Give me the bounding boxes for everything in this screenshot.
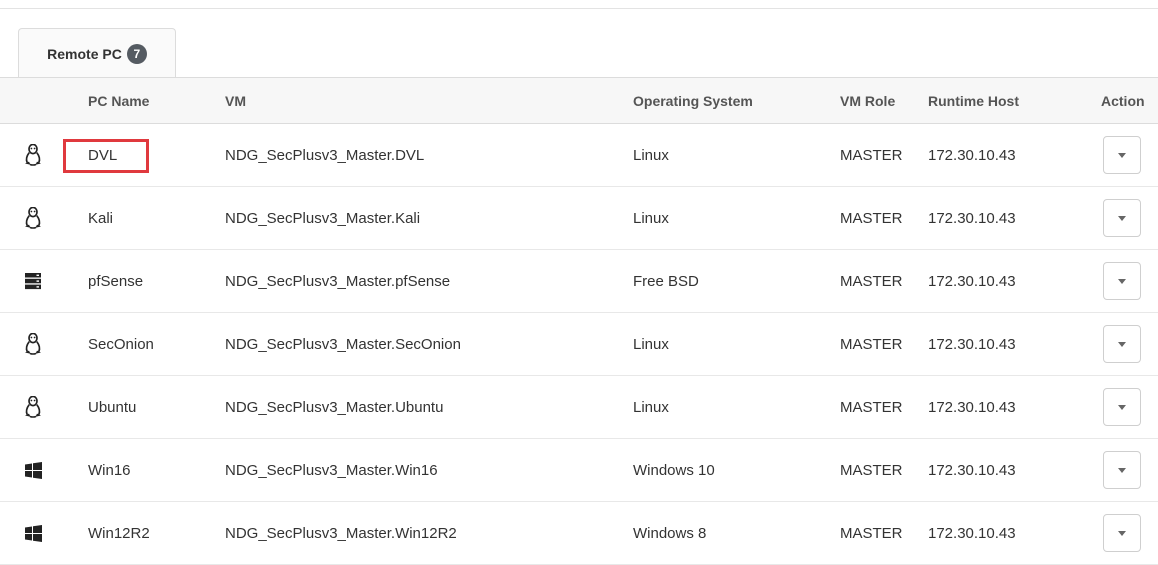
- pc-name[interactable]: Kali: [88, 187, 113, 249]
- table-row-win16: Win16 NDG_SecPlusv3_Master.Win16 Windows…: [0, 439, 1158, 502]
- highlight-box: [63, 139, 149, 173]
- count-badge: 7: [126, 43, 147, 64]
- operating-system: Windows 8: [633, 524, 707, 542]
- operating-system: Free BSD: [633, 272, 699, 290]
- vm-name: NDG_SecPlusv3_Master.pfSense: [225, 272, 451, 290]
- table-header: PC Name VM Operating System VM Role Runt…: [0, 78, 1158, 124]
- remote-pc-table: PC Name VM Operating System VM Role Runt…: [0, 78, 1158, 565]
- table-row-pfsense: pfSense NDG_SecPlusv3_Master.pfSense Fre…: [0, 250, 1158, 313]
- windows-icon: [20, 439, 46, 501]
- operating-system: Linux: [633, 146, 669, 164]
- action-dropdown-button[interactable]: [1103, 325, 1141, 363]
- linux-icon: [20, 124, 46, 186]
- pc-name[interactable]: Ubuntu: [88, 376, 136, 438]
- caret-down-icon: [1118, 341, 1126, 347]
- action-dropdown-button[interactable]: [1103, 388, 1141, 426]
- linux-icon: [20, 313, 46, 375]
- caret-down-icon: [1118, 467, 1126, 473]
- table-row-dvl: DVL NDG_SecPlusv3_Master.DVL Linux MASTE…: [0, 124, 1158, 187]
- operating-system: Linux: [633, 335, 669, 353]
- column-header-vm-role: VM Role: [840, 92, 896, 109]
- vm-name: NDG_SecPlusv3_Master.Ubuntu: [225, 398, 444, 416]
- pc-name[interactable]: pfSense: [88, 250, 143, 312]
- windows-icon: [20, 502, 46, 564]
- runtime-host: 172.30.10.43: [928, 335, 1016, 353]
- column-header-runtime-host: Runtime Host: [928, 92, 1019, 109]
- operating-system: Windows 10: [633, 461, 715, 479]
- vm-role: MASTER: [840, 146, 903, 164]
- caret-down-icon: [1118, 278, 1126, 284]
- action-cell: [1103, 250, 1141, 312]
- action-dropdown-button[interactable]: [1103, 262, 1141, 300]
- caret-down-icon: [1118, 215, 1126, 221]
- table-row-win12r2: Win12R2 NDG_SecPlusv3_Master.Win12R2 Win…: [0, 502, 1158, 565]
- vm-name: NDG_SecPlusv3_Master.Win16: [225, 461, 438, 479]
- vm-name: NDG_SecPlusv3_Master.Win12R2: [225, 524, 457, 542]
- caret-down-icon: [1118, 152, 1126, 158]
- vm-role: MASTER: [840, 461, 903, 479]
- vm-role: MASTER: [840, 209, 903, 227]
- vm-name: NDG_SecPlusv3_Master.DVL: [225, 146, 425, 164]
- action-dropdown-button[interactable]: [1103, 199, 1141, 237]
- tab-bar: Remote PC 7: [0, 28, 1158, 78]
- linux-icon: [20, 187, 46, 249]
- action-cell: [1103, 439, 1141, 501]
- vm-role: MASTER: [840, 524, 903, 542]
- table-row-seconion: SecOnion NDG_SecPlusv3_Master.SecOnion L…: [0, 313, 1158, 376]
- table-row-ubuntu: Ubuntu NDG_SecPlusv3_Master.Ubuntu Linux…: [0, 376, 1158, 439]
- runtime-host: 172.30.10.43: [928, 524, 1016, 542]
- column-header-action: Action: [1101, 92, 1145, 109]
- tab-remote-pc[interactable]: Remote PC 7: [18, 28, 176, 78]
- runtime-host: 172.30.10.43: [928, 398, 1016, 416]
- action-cell: [1103, 313, 1141, 375]
- caret-down-icon: [1118, 404, 1126, 410]
- action-cell: [1103, 124, 1141, 186]
- table-body: DVL NDG_SecPlusv3_Master.DVL Linux MASTE…: [0, 124, 1158, 565]
- caret-down-icon: [1118, 530, 1126, 536]
- action-dropdown-button[interactable]: [1103, 514, 1141, 552]
- action-cell: [1103, 502, 1141, 564]
- runtime-host: 172.30.10.43: [928, 146, 1016, 164]
- top-divider: [0, 8, 1158, 9]
- runtime-host: 172.30.10.43: [928, 461, 1016, 479]
- action-cell: [1103, 187, 1141, 249]
- operating-system: Linux: [633, 398, 669, 416]
- vm-role: MASTER: [840, 272, 903, 290]
- pc-name[interactable]: Win16: [88, 439, 131, 501]
- column-header-pc-name: PC Name: [88, 92, 150, 109]
- runtime-host: 172.30.10.43: [928, 272, 1016, 290]
- operating-system: Linux: [633, 209, 669, 227]
- vm-role: MASTER: [840, 335, 903, 353]
- pc-name[interactable]: Win12R2: [88, 502, 150, 564]
- vm-name: NDG_SecPlusv3_Master.SecOnion: [225, 335, 461, 353]
- action-dropdown-button[interactable]: [1103, 451, 1141, 489]
- column-header-os: Operating System: [633, 92, 753, 109]
- pc-name[interactable]: SecOnion: [88, 313, 154, 375]
- column-header-vm: VM: [225, 92, 246, 109]
- vm-name: NDG_SecPlusv3_Master.Kali: [225, 209, 421, 227]
- tab-label: Remote PC: [47, 45, 122, 62]
- action-cell: [1103, 376, 1141, 438]
- action-dropdown-button[interactable]: [1103, 136, 1141, 174]
- table-row-kali: Kali NDG_SecPlusv3_Master.Kali Linux MAS…: [0, 187, 1158, 250]
- runtime-host: 172.30.10.43: [928, 209, 1016, 227]
- linux-icon: [20, 376, 46, 438]
- server-icon: [20, 250, 46, 312]
- vm-role: MASTER: [840, 398, 903, 416]
